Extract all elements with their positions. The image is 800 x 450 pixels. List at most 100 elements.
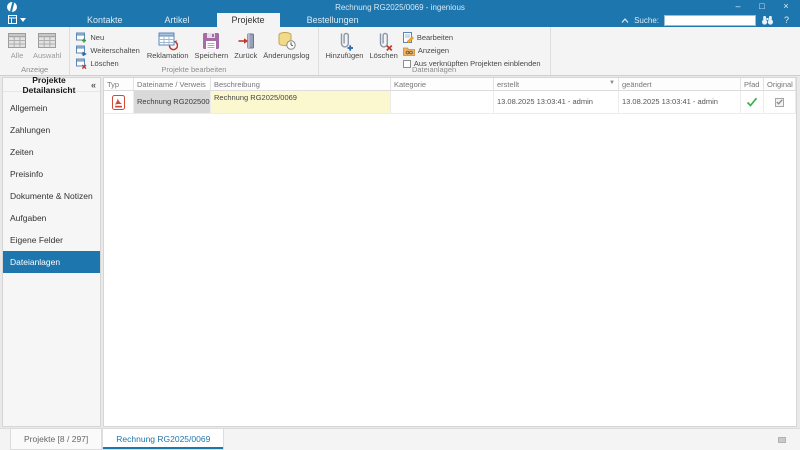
column-header-dateiname[interactable]: Dateiname / Verweis (134, 78, 211, 90)
sidebar-item-zeiten[interactable]: Zeiten (3, 141, 100, 163)
bottom-tab-bar: Projekte [8 / 297] Rechnung RG2025/0069 (0, 428, 800, 450)
alle-button[interactable]: Alle (4, 29, 30, 61)
projekte-small-buttons: Neu Weiterschalten Löschen (74, 29, 143, 69)
table-header-row: Typ Dateiname / Verweis Beschreibung Kat… (104, 78, 796, 91)
database-clock-icon (277, 30, 296, 51)
column-header-original[interactable]: Original (764, 78, 796, 90)
hinzufuegen-label: Hinzufügen (326, 51, 364, 60)
zurueck-button[interactable]: Zurück (231, 29, 260, 61)
save-floppy-icon (202, 30, 220, 51)
sidebar-item-dokumente-notizen[interactable]: Dokumente & Notizen (3, 185, 100, 207)
sort-arrow-icon[interactable]: ▼ (609, 80, 615, 86)
close-button[interactable]: × (774, 0, 798, 13)
tab-artikel[interactable]: Artikel (150, 13, 205, 27)
table-grid-icon (37, 30, 57, 51)
anzeigen-label: Anzeigen (418, 46, 449, 55)
original-checkbox-checked-icon[interactable] (775, 98, 784, 107)
table-forward-icon (76, 45, 87, 56)
sidebar-item-preisinfo[interactable]: Preisinfo (3, 163, 100, 185)
sidebar-item-aufgaben[interactable]: Aufgaben (3, 207, 100, 229)
group-label-anzeige: Anzeige (0, 65, 69, 74)
bottom-tab-projekte[interactable]: Projekte [8 / 297] (10, 429, 102, 450)
cell-geaendert[interactable]: 13.08.2025 13:03:41 - admin (619, 91, 741, 113)
aenderungslog-label: Änderungslog (263, 51, 309, 60)
menu-right-cluster: Suche: ? (621, 13, 800, 27)
tab-bestellungen[interactable]: Bestellungen (292, 13, 374, 27)
auswahl-button[interactable]: Auswahl (30, 29, 64, 61)
folder-view-icon (403, 46, 415, 56)
hinzufuegen-button[interactable]: Hinzufügen (323, 29, 367, 61)
reklamation-label: Reklamation (147, 51, 189, 60)
anzeigen-button[interactable]: Anzeigen (403, 45, 541, 56)
minimize-button[interactable]: – (726, 0, 750, 13)
sidebar-title: Projekte Detailansicht (7, 75, 91, 95)
column-header-kategorie[interactable]: Kategorie (391, 78, 494, 90)
sidebar-item-zahlungen[interactable]: Zahlungen (3, 119, 100, 141)
back-door-icon (237, 30, 255, 51)
bearbeiten-label: Bearbeiten (417, 33, 453, 42)
tab-kontakte[interactable]: Kontakte (72, 13, 138, 27)
weiterschalten-button[interactable]: Weiterschalten (76, 45, 139, 56)
column-header-pfad[interactable]: Pfad (741, 78, 764, 90)
paperclip-x-icon (374, 30, 393, 51)
tab-scroll-grip-icon[interactable] (778, 437, 786, 443)
column-header-typ[interactable]: Typ (104, 78, 134, 90)
loeschen-anlage-label: Löschen (369, 51, 397, 60)
neu-label: Neu (90, 33, 104, 42)
speichern-label: Speichern (195, 51, 229, 60)
cell-pfad[interactable] (741, 91, 764, 113)
edit-document-icon (403, 32, 414, 43)
table-row[interactable]: Rechnung RG20250069_20250... Rechnung RG… (104, 91, 796, 114)
binoculars-search-icon[interactable] (761, 15, 774, 25)
tab-projekte[interactable]: Projekte (217, 13, 280, 27)
cell-erstellt[interactable]: 13.08.2025 13:03:41 - admin (494, 91, 619, 113)
sidebar-item-dateianlagen[interactable]: Dateianlagen (3, 251, 100, 273)
sidebar-items: Allgemein Zahlungen Zeiten Preisinfo Dok… (3, 97, 100, 273)
table-refresh-icon (158, 30, 178, 51)
sidebar-collapse-button[interactable]: « (91, 80, 96, 90)
app-menu-button[interactable] (0, 13, 32, 27)
bearbeiten-button[interactable]: Bearbeiten (403, 32, 541, 43)
column-header-erstellt[interactable]: erstellt ▼ (494, 78, 619, 90)
title-bar: Rechnung RG2025/0069 - ingenious – □ × K… (0, 0, 800, 27)
cell-original[interactable] (764, 91, 796, 113)
ribbon-group-anzeige: Alle Auswahl Anzeige (0, 27, 70, 75)
neu-button[interactable]: Neu (76, 32, 139, 43)
erstellt-label: erstellt (497, 80, 519, 89)
column-header-geaendert[interactable]: geändert (619, 78, 741, 90)
group-label-projekte-bearbeiten: Projekte bearbeiten (70, 65, 317, 74)
auswahl-label: Auswahl (33, 51, 61, 60)
paperclip-plus-icon (335, 30, 354, 51)
collapse-ribbon-icon[interactable] (621, 18, 629, 23)
loeschen-anlage-button[interactable]: Löschen (366, 29, 400, 61)
window-controls: – □ × (726, 0, 798, 13)
detail-sidebar: Projekte Detailansicht « Allgemein Zahlu… (2, 77, 101, 427)
attachments-table: Typ Dateiname / Verweis Beschreibung Kat… (103, 77, 797, 427)
column-header-beschreibung[interactable]: Beschreibung (211, 78, 391, 90)
sidebar-item-eigene-felder[interactable]: Eigene Felder (3, 229, 100, 251)
maximize-button[interactable]: □ (750, 0, 774, 13)
cell-typ[interactable] (104, 91, 134, 113)
menu-row: Kontakte Artikel Projekte Bestellungen S… (0, 13, 800, 27)
sidebar-header: Projekte Detailansicht « (3, 78, 100, 92)
ribbon-group-dateianlagen: Hinzufügen Löschen Bearbeiten Anzeigen A… (319, 27, 551, 75)
sidebar-item-allgemein[interactable]: Allgemein (3, 97, 100, 119)
check-green-icon (746, 97, 758, 107)
search-label: Suche: (634, 16, 659, 25)
help-button[interactable]: ? (779, 15, 794, 25)
bottom-tab-rechnung[interactable]: Rechnung RG2025/0069 (102, 429, 224, 450)
search-input[interactable] (664, 15, 756, 26)
weiterschalten-label: Weiterschalten (90, 46, 139, 55)
speichern-button[interactable]: Speichern (192, 29, 232, 61)
reklamation-button[interactable]: Reklamation (144, 29, 192, 61)
list-menu-icon (8, 15, 18, 25)
ribbon-group-projekte-bearbeiten: Neu Weiterschalten Löschen Reklamation S… (70, 27, 318, 75)
group-label-dateianlagen: Dateianlagen (319, 65, 550, 74)
cell-beschreibung[interactable]: Rechnung RG2025/0069 (211, 91, 391, 113)
cell-kategorie[interactable] (391, 91, 494, 113)
ribbon-toolbar: Alle Auswahl Anzeige Neu Weiterschalten … (0, 27, 800, 76)
table-new-icon (76, 32, 87, 43)
pdf-file-icon (112, 95, 125, 110)
cell-dateiname[interactable]: Rechnung RG20250069_20250... (134, 91, 211, 113)
aenderungslog-button[interactable]: Änderungslog (260, 29, 312, 61)
